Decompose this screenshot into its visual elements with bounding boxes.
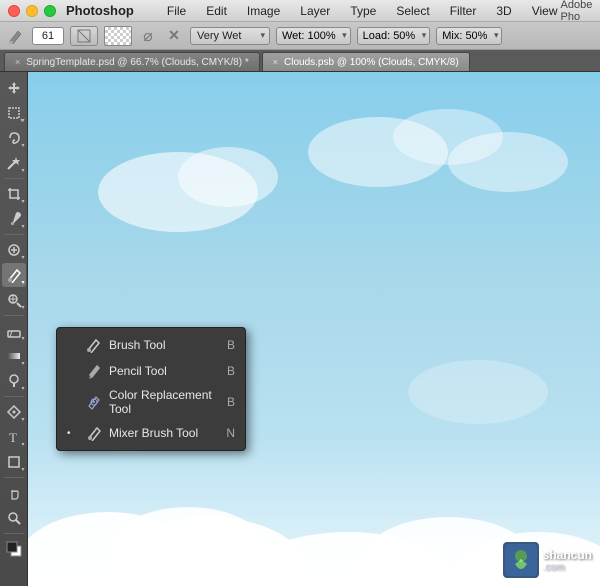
watermark: shancun .com — [503, 542, 592, 578]
maximize-button[interactable] — [44, 5, 56, 17]
title-bar: Photoshop File Edit Image Layer Type Sel… — [0, 0, 600, 22]
tool-pen[interactable]: ▾ — [2, 400, 26, 424]
ctx-mixer-brush-tool[interactable]: • Mixer Brush Tool N — [57, 420, 245, 446]
brush-size-field[interactable]: 61 — [32, 27, 64, 45]
window-title: Adobe Pho — [561, 0, 593, 23]
ctx-mixer-label: Mixer Brush Tool — [109, 426, 220, 440]
close-button[interactable] — [8, 5, 20, 17]
cancel-icon[interactable]: ✕ — [164, 26, 184, 46]
ctx-color-replace-icon — [85, 393, 103, 411]
ctx-brush-label: Brush Tool — [109, 338, 221, 352]
mix-field[interactable]: Mix: 50% — [436, 27, 502, 45]
ctx-pencil-shortcut: B — [227, 364, 235, 378]
watermark-sitename: shancun — [543, 548, 592, 562]
tab-close-spring[interactable]: × — [15, 57, 20, 67]
menu-edit[interactable]: Edit — [203, 4, 230, 18]
tool-marquee[interactable]: ▾ ▾ — [2, 101, 26, 125]
tool-hand[interactable] — [2, 481, 26, 505]
tool-brush[interactable]: ▾ — [2, 263, 26, 287]
tool-move[interactable] — [2, 76, 26, 100]
tab-close-clouds[interactable]: × — [273, 57, 278, 67]
traffic-lights — [8, 5, 56, 17]
menu-3d[interactable]: 3D — [493, 4, 514, 18]
watermark-domain: .com — [543, 562, 592, 573]
ctx-mixer-check: • — [67, 428, 79, 439]
app-name: Photoshop — [66, 3, 134, 18]
ctx-mixer-shortcut: N — [226, 426, 235, 440]
ctx-mixer-icon — [85, 424, 103, 442]
tool-eyedropper[interactable]: ▾ — [2, 207, 26, 231]
checkerboard-icon[interactable] — [104, 26, 132, 46]
minimize-button[interactable] — [26, 5, 38, 17]
tool-shape[interactable]: ▾ — [2, 450, 26, 474]
tab-label-clouds: Clouds.psb @ 100% (Clouds, CMYK/8) — [284, 57, 459, 68]
tool-zoom[interactable] — [2, 506, 26, 530]
menu-layer[interactable]: Layer — [297, 4, 333, 18]
ctx-pencil-icon — [85, 362, 103, 380]
tool-dodge[interactable]: ▾ — [2, 369, 26, 393]
menu-select[interactable]: Select — [393, 4, 432, 18]
watermark-logo — [503, 542, 539, 578]
tool-eraser[interactable]: ▾ — [2, 319, 26, 343]
menu-filter[interactable]: Filter — [447, 4, 480, 18]
tab-label-spring: SpringTemplate.psd @ 66.7% (Clouds, CMYK… — [26, 57, 248, 68]
menu-file[interactable]: File — [164, 4, 189, 18]
preset-dropdown[interactable]: Very Wet — [190, 27, 270, 45]
brush-tool-icon[interactable] — [6, 26, 26, 46]
wet-field[interactable]: Wet: 100% — [276, 27, 351, 45]
menu-type[interactable]: Type — [347, 4, 379, 18]
tool-type[interactable]: T ▾ — [2, 425, 26, 449]
tool-magic-wand[interactable]: ▾ — [2, 151, 26, 175]
tool-gradient[interactable]: ▾ — [2, 344, 26, 368]
options-bar: 61 ⌀ ✕ Very Wet Wet: 100% Load: 50% Mix:… — [0, 22, 600, 50]
toolbar: ▾ ▾ ▾ ▾ ▾ ▾ ▾ ▾ — [0, 72, 28, 586]
tab-clouds[interactable]: × Clouds.psb @ 100% (Clouds, CMYK/8) — [262, 52, 470, 71]
document-tabs: × SpringTemplate.psd @ 66.7% (Clouds, CM… — [0, 50, 600, 72]
svg-text:T: T — [9, 430, 17, 445]
ctx-pencil-tool[interactable]: Pencil Tool B — [57, 358, 245, 384]
context-menu: Brush Tool B Pencil Tool B Color Replace… — [56, 327, 246, 451]
watermark-text-block: shancun .com — [543, 548, 592, 573]
ctx-color-replace-tool[interactable]: Color Replacement Tool B — [57, 384, 245, 420]
tool-heal[interactable]: ▾ — [2, 238, 26, 262]
ctx-pencil-label: Pencil Tool — [109, 364, 221, 378]
tool-clone[interactable]: ▾ — [2, 288, 26, 312]
ctx-brush-icon — [85, 336, 103, 354]
ctx-brush-shortcut: B — [227, 338, 235, 352]
load-field[interactable]: Load: 50% — [357, 27, 431, 45]
canvas-area: Brush Tool B Pencil Tool B Color Replace… — [28, 72, 600, 586]
ctx-color-replace-label: Color Replacement Tool — [109, 388, 221, 416]
menu-view[interactable]: View — [529, 4, 561, 18]
tool-lasso[interactable]: ▾ — [2, 126, 26, 150]
airbrush-icon[interactable]: ⌀ — [138, 26, 158, 46]
brush-preset-btn[interactable] — [70, 26, 98, 46]
menu-bar: File Edit Image Layer Type Select Filter… — [164, 4, 561, 18]
workspace: ▾ ▾ ▾ ▾ ▾ ▾ ▾ ▾ — [0, 72, 600, 586]
tab-spring-template[interactable]: × SpringTemplate.psd @ 66.7% (Clouds, CM… — [4, 52, 260, 71]
menu-image[interactable]: Image — [244, 4, 283, 18]
ctx-brush-tool[interactable]: Brush Tool B — [57, 332, 245, 358]
tool-crop[interactable]: ▾ — [2, 182, 26, 206]
tool-colors[interactable] — [2, 537, 26, 561]
ctx-color-replace-shortcut: B — [227, 395, 235, 409]
